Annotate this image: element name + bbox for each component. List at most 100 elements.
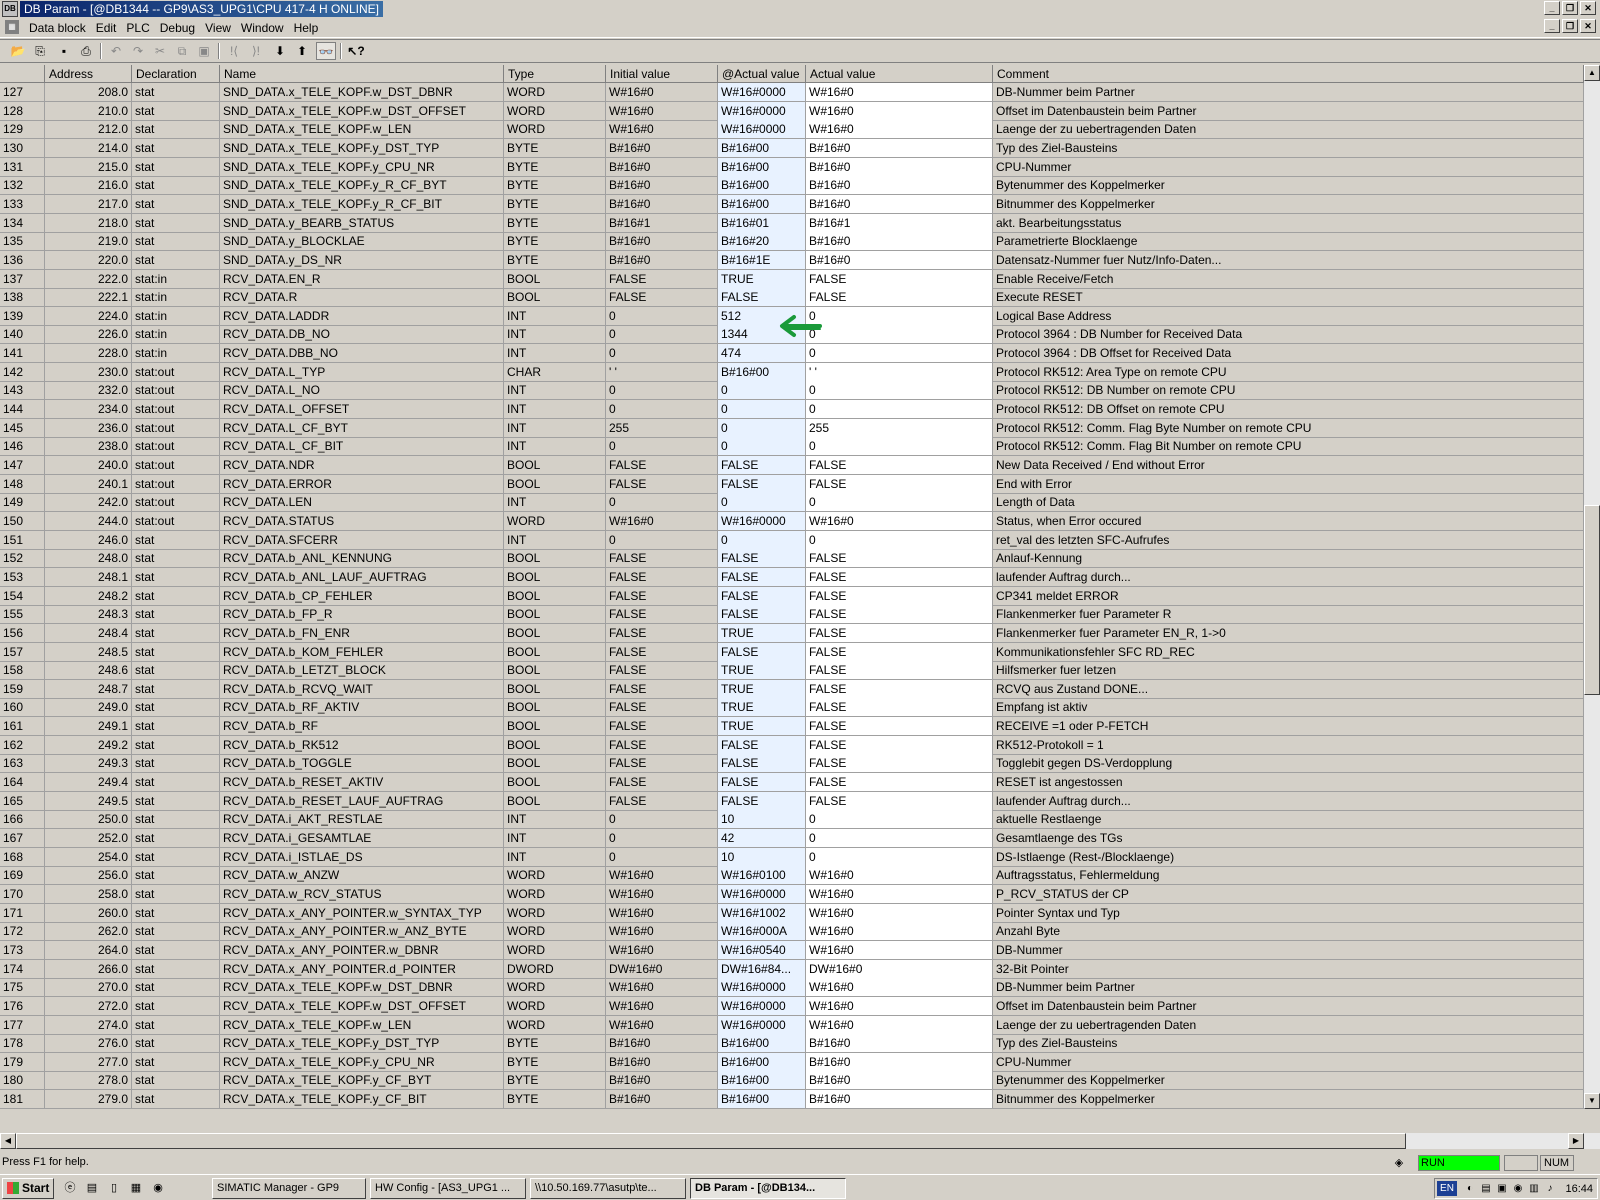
actual-value-cell[interactable]: FALSE	[806, 456, 993, 475]
actual-value-cell[interactable]: FALSE	[806, 623, 993, 643]
actual-value-cell[interactable]: FALSE	[806, 661, 993, 681]
table-row[interactable]: 141 228.0 stat:in RCV_DATA.DBB_NO INT 0 474 0 Pr…	[0, 344, 1584, 364]
table-row[interactable]: 155 248.3 stat RCV_DATA.b_FP_R BOOL FALSE FALS…	[0, 605, 1584, 625]
task-db-param[interactable]: DB Param - [@DB134...	[690, 1178, 846, 1199]
table-row[interactable]: 128 210.0 stat SND_DATA.x_TELE_KOPF.w_DST_O…	[0, 101, 1584, 121]
ie-icon[interactable]: ⓔ	[62, 1180, 78, 1196]
actual-value-cell[interactable]: ' '	[806, 362, 993, 382]
table-row[interactable]: 135 219.0 stat SND_DATA.y_BLOCKLAE BYTE B#16#…	[0, 232, 1584, 252]
table-row[interactable]: 175 270.0 stat RCV_DATA.x_TELE_KOPF.w_DST_D…	[0, 978, 1584, 998]
restore-icon[interactable]: ❐	[1562, 1, 1578, 15]
table-row[interactable]: 130 214.0 stat SND_DATA.x_TELE_KOPF.y_DST_T…	[0, 138, 1584, 158]
table-row[interactable]: 179 277.0 stat RCV_DATA.x_TELE_KOPF.y_CPU_N…	[0, 1052, 1584, 1072]
actual-value-cell[interactable]: FALSE	[806, 269, 993, 289]
table-row[interactable]: 161 249.1 stat RCV_DATA.b_RF BOOL FALSE TRUE FA…	[0, 717, 1584, 737]
table-row[interactable]: 152 248.0 stat RCV_DATA.b_ANL_KENNUNG BOOL FA…	[0, 549, 1584, 569]
actual-value-cell[interactable]: W#16#0	[806, 922, 993, 942]
menu-data-block[interactable]: Data block	[24, 20, 91, 36]
table-row[interactable]: 165 249.5 stat RCV_DATA.b_RESET_LAUF_AUFTRA…	[0, 791, 1584, 811]
mdi-close-icon[interactable]: ✕	[1580, 19, 1596, 33]
task-hw-config[interactable]: HW Config - [AS3_UPG1 ...	[370, 1178, 526, 1199]
table-row[interactable]: 138 222.1 stat:in RCV_DATA.R BOOL FALSE FALSE F…	[0, 288, 1584, 308]
actual-value-cell[interactable]: FALSE	[806, 735, 993, 755]
table-row[interactable]: 157 248.5 stat RCV_DATA.b_KOM_FEHLER BOOL FAL…	[0, 642, 1584, 662]
table-row[interactable]: 151 246.0 stat RCV_DATA.SFCERR INT 0 0 0 ret_val…	[0, 530, 1584, 550]
table-row[interactable]: 169 256.0 stat RCV_DATA.w_ANZW WORD W#16#0 W#1…	[0, 866, 1584, 886]
mdi-minimize-icon[interactable]: _	[1544, 19, 1560, 33]
table-row[interactable]: 159 248.7 stat RCV_DATA.b_RCVQ_WAIT BOOL FALS…	[0, 679, 1584, 699]
header-address[interactable]: Address	[45, 65, 132, 83]
table-row[interactable]: 156 248.4 stat RCV_DATA.b_FN_ENR BOOL FALSE TR…	[0, 623, 1584, 643]
actual-value-cell[interactable]: FALSE	[806, 679, 993, 699]
header-initial-value[interactable]: Initial value	[606, 65, 718, 83]
actual-value-cell[interactable]: FALSE	[806, 642, 993, 662]
scroll-right-icon[interactable]: ▶	[1568, 1133, 1584, 1149]
step-icon[interactable]: ⟩!	[246, 42, 266, 60]
actual-value-cell[interactable]: B#16#0	[806, 250, 993, 270]
speaker-icon[interactable]: ♪	[1543, 1182, 1557, 1196]
table-row[interactable]: 168 254.0 stat RCV_DATA.i_ISTLAE_DS INT 0 10 0 D…	[0, 847, 1584, 867]
actual-value-cell[interactable]: B#16#0	[806, 138, 993, 158]
actual-value-cell[interactable]: 0	[806, 381, 993, 401]
actual-value-cell[interactable]: W#16#0	[806, 884, 993, 904]
menu-window[interactable]: Window	[236, 20, 289, 36]
actual-value-cell[interactable]: FALSE	[806, 754, 993, 774]
language-indicator[interactable]: EN	[1437, 1181, 1457, 1196]
breakpoint-icon[interactable]: !⟨	[224, 42, 244, 60]
actual-value-cell[interactable]: FALSE	[806, 567, 993, 587]
vertical-scrollbar[interactable]: ▲ ▼	[1584, 65, 1600, 1109]
actual-value-cell[interactable]: B#16#0	[806, 157, 993, 177]
actual-value-cell[interactable]: 0	[806, 530, 993, 550]
table-row[interactable]: 177 274.0 stat RCV_DATA.x_TELE_KOPF.w_LEN WO…	[0, 1015, 1584, 1035]
actual-value-cell[interactable]: FALSE	[806, 288, 993, 308]
table-row[interactable]: 145 236.0 stat:out RCV_DATA.L_CF_BYT INT 255 0…	[0, 418, 1584, 438]
table-row[interactable]: 143 232.0 stat:out RCV_DATA.L_NO INT 0 0 0 Proto…	[0, 381, 1584, 401]
actual-value-cell[interactable]: FALSE	[806, 549, 993, 569]
table-row[interactable]: 127 208.0 stat SND_DATA.x_TELE_KOPF.w_DST_D…	[0, 83, 1584, 102]
actual-value-cell[interactable]: 0	[806, 400, 993, 420]
actual-value-cell[interactable]: B#16#0	[806, 176, 993, 196]
table-row[interactable]: 174 266.0 stat RCV_DATA.x_ANY_POINTER.d_POI…	[0, 959, 1584, 979]
print-icon[interactable]: ⎙	[76, 42, 96, 60]
actual-value-cell[interactable]: W#16#0	[806, 996, 993, 1016]
table-row[interactable]: 129 212.0 stat SND_DATA.x_TELE_KOPF.w_LEN WO…	[0, 120, 1584, 140]
table-row[interactable]: 171 260.0 stat RCV_DATA.x_ANY_POINTER.w_SYN…	[0, 903, 1584, 923]
actual-value-cell[interactable]: FALSE	[806, 773, 993, 793]
table-row[interactable]: 153 248.1 stat RCV_DATA.b_ANL_LAUF_AUFTRAG B…	[0, 567, 1584, 587]
vertical-scroll-thumb[interactable]	[1584, 505, 1600, 695]
minimize-icon[interactable]: _	[1544, 1, 1560, 15]
table-row[interactable]: 160 249.0 stat RCV_DATA.b_RF_AKTIV BOOL FALSE…	[0, 698, 1584, 718]
scroll-down-icon[interactable]: ▼	[1584, 1093, 1600, 1109]
upload-icon[interactable]: ⬆	[292, 42, 312, 60]
table-row[interactable]: 162 249.2 stat RCV_DATA.b_RK512 BOOL FALSE FAL…	[0, 735, 1584, 755]
table-row[interactable]: 144 234.0 stat:out RCV_DATA.L_OFFSET INT 0 0 0 P…	[0, 400, 1584, 420]
table-row[interactable]: 173 264.0 stat RCV_DATA.x_ANY_POINTER.w_DBN…	[0, 940, 1584, 960]
table-row[interactable]: 178 276.0 stat RCV_DATA.x_TELE_KOPF.y_DST_T…	[0, 1034, 1584, 1054]
save-icon[interactable]: ▪	[54, 42, 74, 60]
header-type[interactable]: Type	[504, 65, 606, 83]
table-row[interactable]: 142 230.0 stat:out RCV_DATA.L_TYP CHAR ' ' B#1…	[0, 362, 1584, 382]
app-icon[interactable]: DB	[2, 1, 18, 17]
actual-value-cell[interactable]: FALSE	[806, 791, 993, 811]
table-row[interactable]: 133 217.0 stat SND_DATA.x_TELE_KOPF.y_R_CF_…	[0, 194, 1584, 214]
table-row[interactable]: 146 238.0 stat:out RCV_DATA.L_CF_BIT INT 0 0 0 P…	[0, 437, 1584, 457]
actual-value-cell[interactable]: FALSE	[806, 474, 993, 494]
paste-icon[interactable]: ▣	[194, 42, 214, 60]
actual-value-cell[interactable]: B#16#0	[806, 1034, 993, 1054]
actual-value-cell[interactable]: FALSE	[806, 586, 993, 606]
horizontal-scroll-thumb[interactable]	[16, 1133, 1406, 1149]
tray-icon-4[interactable]: ◉	[1511, 1182, 1525, 1196]
actual-value-cell[interactable]: FALSE	[806, 605, 993, 625]
mdi-restore-icon[interactable]: ❐	[1562, 19, 1578, 33]
table-row[interactable]: 164 249.4 stat RCV_DATA.b_RESET_AKTIV BOOL FA…	[0, 773, 1584, 793]
open-icon[interactable]: 📂	[8, 42, 28, 60]
header-name[interactable]: Name	[220, 65, 504, 83]
table-row[interactable]: 170 258.0 stat RCV_DATA.w_RCV_STATUS WORD W#1…	[0, 884, 1584, 904]
header-at-actual-value[interactable]: @Actual value	[718, 65, 806, 83]
actual-value-cell[interactable]: W#16#0	[806, 120, 993, 140]
actual-value-cell[interactable]: W#16#0	[806, 101, 993, 121]
undo-icon[interactable]: ↶	[106, 42, 126, 60]
actual-value-cell[interactable]: 0	[806, 325, 993, 345]
tray-icon-1[interactable]: ◐	[1463, 1182, 1477, 1196]
actual-value-cell[interactable]: 0	[806, 810, 993, 830]
